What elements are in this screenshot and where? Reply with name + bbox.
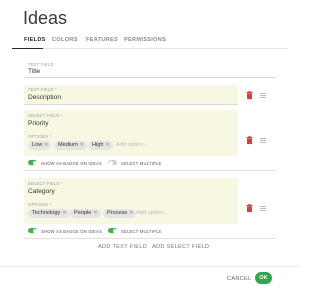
options-label: OPTIONS *: [28, 134, 52, 139]
drag-handle-icon[interactable]: [260, 205, 266, 211]
cancel-button[interactable]: CANCEL: [227, 276, 252, 282]
field-name-input[interactable]: Category: [28, 188, 55, 195]
select-multiple-label: SELECT MULTIPLE: [121, 228, 162, 234]
show-as-badge-toggle[interactable]: [28, 160, 37, 165]
divider: [24, 170, 276, 171]
option-chip[interactable]: People ✕: [70, 209, 101, 218]
tab-permissions[interactable]: PERMISSIONS: [124, 37, 166, 43]
text-field-description[interactable]: TEXT FIELD * Description: [24, 85, 238, 105]
show-as-badge-label: SHOW AS BADGE ON IDEAS: [41, 160, 102, 166]
select-multiple-toggle[interactable]: [108, 228, 117, 233]
select-field-category[interactable]: SELECT FIELD * Category OPTIONS * Techno…: [24, 178, 238, 224]
ideas-dialog: Ideas FIELDS COLORS FEATURES PERMISSIONS…: [0, 0, 300, 300]
close-icon[interactable]: ✕: [93, 209, 97, 218]
add-option-input[interactable]: Add option...: [136, 210, 169, 216]
select-multiple-toggle[interactable]: [108, 160, 117, 165]
dialog-title: Ideas: [23, 8, 68, 28]
drag-handle-icon[interactable]: [260, 137, 266, 143]
select-multiple-label: SELECT MULTIPLE: [121, 160, 162, 166]
add-text-field-button[interactable]: ADD TEXT FIELD: [98, 244, 147, 250]
field-name-input[interactable]: Description: [28, 94, 61, 101]
close-icon[interactable]: ✕: [80, 141, 84, 150]
field-name-input[interactable]: Title: [28, 68, 40, 75]
option-chip[interactable]: Medium ✕: [54, 141, 88, 150]
options-label: OPTIONS *: [28, 202, 52, 207]
drag-handle-icon[interactable]: [260, 92, 266, 98]
divider: [24, 238, 276, 239]
option-chip[interactable]: Process ✕: [103, 209, 137, 218]
option-chip[interactable]: Technology ✕: [28, 209, 70, 218]
close-icon[interactable]: ✕: [106, 141, 110, 150]
field-type-label: SELECT FIELD *: [28, 113, 63, 118]
show-as-badge-toggle[interactable]: [28, 228, 37, 233]
trash-icon[interactable]: [246, 91, 253, 99]
text-field-title[interactable]: TEXT FIELD Title: [24, 60, 276, 78]
close-icon[interactable]: ✕: [129, 209, 133, 218]
tab-colors[interactable]: COLORS: [52, 37, 78, 43]
field-type-label: TEXT FIELD: [28, 62, 54, 67]
field-type-label: TEXT FIELD *: [28, 87, 57, 92]
close-icon[interactable]: ✕: [62, 209, 66, 218]
add-option-input[interactable]: Add option...: [116, 142, 149, 148]
trash-icon[interactable]: [246, 204, 253, 212]
field-type-label: SELECT FIELD *: [28, 181, 63, 186]
footer-divider: [0, 266, 300, 267]
tab-bar: FIELDS COLORS FEATURES PERMISSIONS: [12, 35, 288, 49]
tab-fields[interactable]: FIELDS: [24, 37, 46, 43]
select-field-priority[interactable]: SELECT FIELD * Priority OPTIONS * Low ✕ M…: [24, 110, 238, 156]
show-as-badge-label: SHOW AS BADGE ON IDEAS: [41, 228, 102, 234]
close-icon[interactable]: ✕: [44, 141, 48, 150]
active-tab-indicator: [12, 48, 43, 50]
option-chip[interactable]: High ✕: [88, 141, 113, 150]
field-name-input[interactable]: Priority: [28, 120, 49, 127]
ok-button[interactable]: OK: [255, 272, 272, 284]
tab-features[interactable]: FEATURES: [86, 37, 118, 43]
trash-icon[interactable]: [246, 136, 253, 144]
add-select-field-button[interactable]: ADD SELECT FIELD: [152, 244, 209, 250]
option-chip[interactable]: Low ✕: [28, 141, 52, 150]
